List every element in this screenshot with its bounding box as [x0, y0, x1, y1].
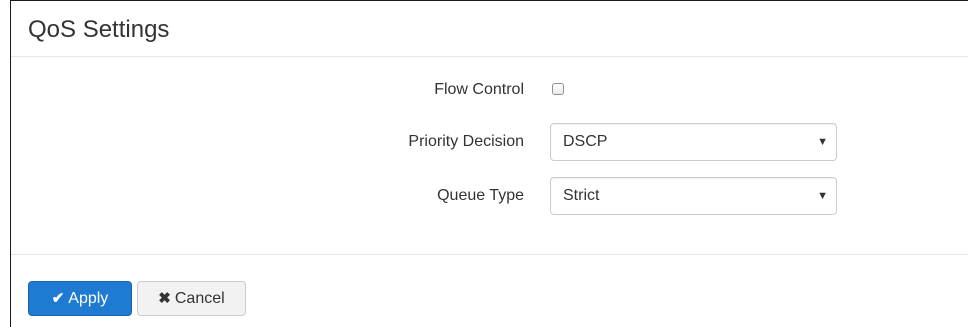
- priority-decision-label: Priority Decision: [408, 133, 524, 150]
- panel-title: QoS Settings: [28, 16, 170, 43]
- priority-decision-select[interactable]: DSCP ▼: [550, 123, 837, 161]
- cancel-button[interactable]: ✖ Cancel: [137, 281, 246, 316]
- priority-decision-row: Priority Decision DSCP ▼: [11, 123, 968, 161]
- flow-control-checkbox[interactable]: [552, 83, 564, 95]
- flow-control-label: Flow Control: [434, 81, 524, 98]
- cancel-label: Cancel: [174, 290, 225, 307]
- footer-divider: [11, 254, 968, 255]
- apply-button[interactable]: ✔ Apply: [28, 281, 132, 316]
- flow-control-row: Flow Control: [11, 71, 968, 109]
- chevron-down-icon: ▼: [817, 136, 828, 148]
- queue-type-select[interactable]: Strict ▼: [550, 177, 837, 215]
- queue-type-label: Queue Type: [437, 187, 524, 204]
- priority-decision-value: DSCP: [563, 133, 608, 150]
- queue-type-value: Strict: [563, 187, 600, 204]
- chevron-down-icon: ▼: [817, 190, 828, 202]
- qos-settings-panel: QoS Settings Flow Control Priority Decis…: [10, 0, 968, 327]
- apply-label: Apply: [68, 290, 109, 307]
- queue-type-row: Queue Type Strict ▼: [11, 177, 968, 215]
- header-divider: [11, 56, 968, 57]
- times-icon: ✖: [158, 290, 171, 307]
- check-icon: ✔: [51, 290, 65, 307]
